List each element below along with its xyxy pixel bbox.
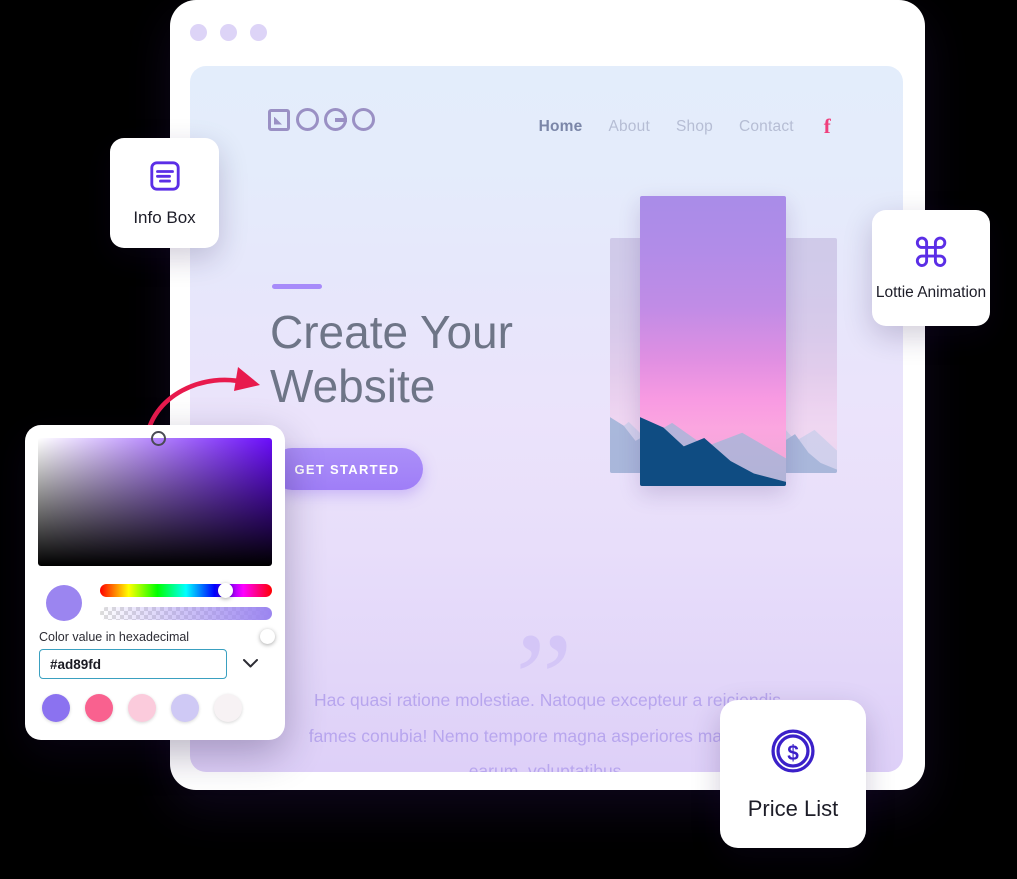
alpha-slider[interactable] [100,607,275,644]
browser-titlebar [170,0,925,62]
preset-swatch[interactable] [85,694,113,722]
site-logo[interactable] [268,108,377,131]
heading-accent-divider [272,284,322,289]
window-dot-close[interactable] [190,24,207,41]
color-preview-swatch [46,585,82,621]
color-picker-panel[interactable]: Color value in hexadecimal [25,425,285,740]
preset-swatch[interactable] [42,694,70,722]
badge-label: Info Box [133,207,196,227]
website-preview: Home About Shop Contact f Create Your We… [190,66,903,772]
window-dot-minimize[interactable] [220,24,237,41]
nav-item-about[interactable]: About [608,118,650,136]
hero-image-main [640,196,786,486]
hex-field-label: Color value in hexadecimal [39,630,190,644]
logo-o2-icon [352,108,375,131]
logo-g-icon [324,108,347,131]
dollar-coin-icon: $ [767,725,819,782]
command-icon: ⌘ [911,230,951,277]
screenshot-stage: Home About Shop Contact f Create Your We… [0,0,1017,879]
slider-group [38,581,275,644]
alpha-slider-handle[interactable] [260,629,275,644]
sv-cursor-handle[interactable] [151,431,166,446]
site-navbar: Home About Shop Contact f [190,66,903,186]
hue-slider-handle[interactable] [218,583,233,598]
info-box-icon [147,158,183,199]
chevron-down-icon[interactable] [242,656,259,673]
preset-swatch[interactable] [171,694,199,722]
hex-value-input[interactable] [39,649,227,679]
logo-square-icon [268,108,290,131]
hero-headline: Create Your Website [270,306,513,412]
badge-lottie-animation[interactable]: ⌘ Lottie Animation [872,210,990,326]
badge-label: Price List [747,796,839,822]
get-started-button[interactable]: GET STARTED [271,448,423,490]
window-controls [190,24,267,41]
preset-swatches [42,694,242,722]
window-dot-maximize[interactable] [250,24,267,41]
nav-item-home[interactable]: Home [539,118,583,136]
hero-image-group [610,186,840,546]
hue-slider[interactable] [100,583,272,598]
svg-text:$: $ [787,742,799,765]
preset-swatch[interactable] [214,694,242,722]
facebook-icon[interactable]: f [824,114,831,139]
saturation-value-area[interactable] [38,431,272,566]
badge-label: Lottie Animation [875,283,987,301]
nav-item-contact[interactable]: Contact [739,118,794,136]
nav-item-shop[interactable]: Shop [676,118,713,136]
logo-o-icon [296,108,319,131]
preset-swatch[interactable] [128,694,156,722]
hex-field-row [39,649,273,679]
badge-info-box[interactable]: Info Box [110,138,219,248]
badge-price-list[interactable]: $ Price List [720,700,866,848]
nav-menu: Home About Shop Contact f [539,114,831,139]
